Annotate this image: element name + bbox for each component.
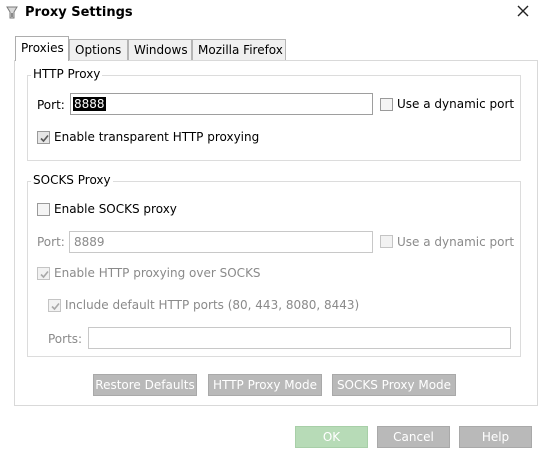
ports-input[interactable]	[88, 327, 511, 349]
close-icon	[517, 5, 529, 17]
tab-options[interactable]: Options	[69, 39, 128, 61]
restore-defaults-button[interactable]: Restore Defaults	[93, 374, 197, 396]
enable-socks-label: Enable SOCKS proxy	[54, 202, 177, 216]
include-default-ports-label: Include default HTTP ports (80, 443, 808…	[65, 298, 360, 312]
title-bar: Proxy Settings	[0, 0, 548, 28]
http-port-label: Port:	[37, 98, 65, 112]
http-proxy-group-label: HTTP Proxy	[31, 67, 103, 81]
include-default-ports-checkbox[interactable]	[48, 299, 61, 312]
http-over-socks-checkbox[interactable]	[37, 267, 50, 280]
socks-port-label: Port:	[37, 235, 65, 249]
http-proxy-mode-button[interactable]: HTTP Proxy Mode	[208, 374, 322, 396]
window-title: Proxy Settings	[25, 5, 133, 20]
http-port-value: 8888	[73, 97, 106, 111]
socks-port-input[interactable]: 8889	[69, 231, 373, 253]
tab-mozilla-firefox[interactable]: Mozilla Firefox	[192, 39, 286, 61]
enable-socks-checkbox[interactable]	[37, 203, 50, 216]
cancel-button[interactable]: Cancel	[377, 426, 450, 448]
socks-dynamic-port-label: Use a dynamic port	[397, 235, 515, 249]
tab-proxies[interactable]: Proxies	[15, 36, 69, 61]
transparent-proxy-label: Enable transparent HTTP proxying	[54, 130, 260, 144]
help-button[interactable]: Help	[459, 426, 532, 448]
http-dynamic-port-checkbox[interactable]	[380, 98, 393, 111]
http-over-socks-label: Enable HTTP proxying over SOCKS	[54, 266, 261, 280]
close-button[interactable]	[500, 0, 546, 22]
ports-label: Ports:	[48, 332, 83, 346]
socks-proxy-group-label: SOCKS Proxy	[31, 173, 113, 187]
checkmark-icon	[40, 270, 49, 279]
socks-port-value: 8889	[74, 235, 105, 249]
http-port-input[interactable]: 8888	[70, 93, 373, 115]
tab-windows[interactable]: Windows	[128, 39, 192, 61]
checkmark-icon	[40, 134, 49, 143]
socks-proxy-mode-button[interactable]: SOCKS Proxy Mode	[332, 374, 456, 396]
transparent-proxy-checkbox[interactable]	[37, 131, 50, 144]
ok-button[interactable]: OK	[295, 426, 368, 448]
checkmark-icon	[51, 302, 60, 311]
socks-dynamic-port-checkbox[interactable]	[380, 235, 393, 248]
app-icon	[6, 6, 18, 20]
http-dynamic-port-label: Use a dynamic port	[397, 97, 515, 111]
http-proxy-group	[27, 75, 521, 161]
